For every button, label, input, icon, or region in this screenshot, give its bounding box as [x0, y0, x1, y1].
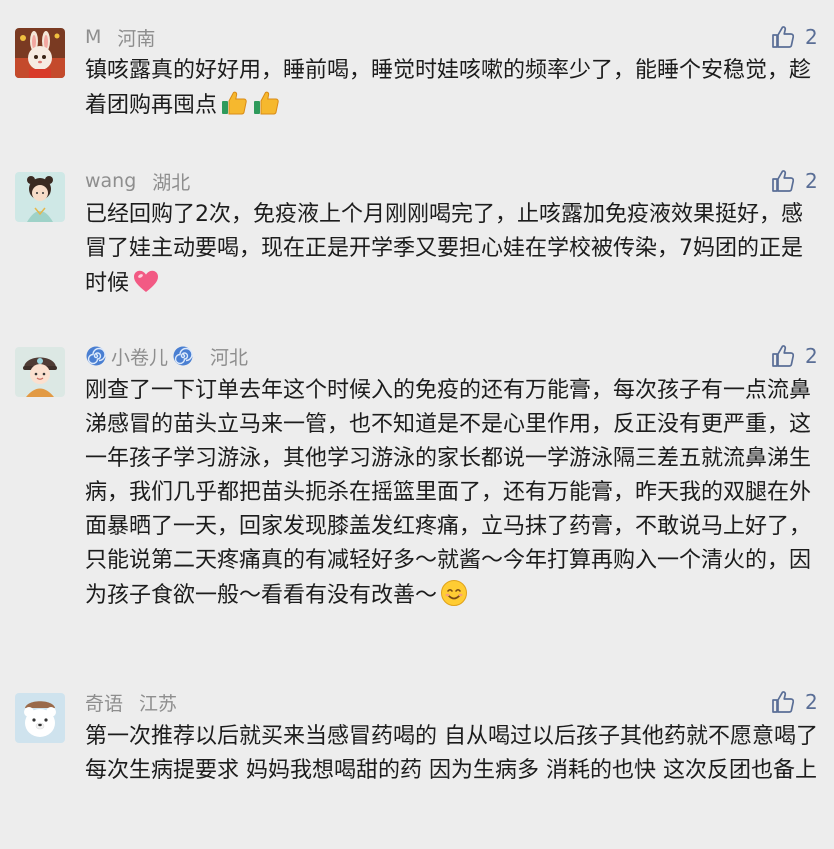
username[interactable]: M [85, 26, 101, 48]
like-button[interactable]: 2 [770, 166, 818, 196]
username[interactable]: wang [85, 170, 136, 192]
location: 河北 [210, 346, 249, 369]
comment-text: 已经回购了2次，免疫液上个月刚刚喝完了，止咳露加免疫液效果挺好，感冒了娃主动要喝… [85, 198, 820, 301]
like-count: 2 [805, 344, 818, 368]
username[interactable]: 奇语 [85, 689, 123, 716]
comment-meta: wang 湖北 [85, 166, 190, 196]
polar-bear-avatar-icon[interactable] [15, 693, 65, 743]
smile-icon [439, 578, 469, 608]
rabbit-avatar-icon[interactable] [15, 28, 65, 78]
heart-icon [131, 266, 161, 296]
comment-meta: 小卷儿 河北 [85, 341, 248, 371]
thumbs-up-icon [219, 88, 249, 118]
location: 江苏 [139, 692, 178, 715]
comment-text: 第一次推荐以后就买来当感冒药喝的 自从喝过以后孩子其他药就不愿意喝了 每次生病提… [85, 720, 820, 788]
swirl-icon [85, 345, 107, 367]
location: 湖北 [152, 171, 191, 194]
comment-body: 刚查了一下订单去年这个时候入的免疫的还有万能膏，每次孩子有一点流鼻涕感冒的苗头立… [85, 378, 812, 608]
thumbs-up-outline-icon [770, 343, 805, 369]
like-button[interactable]: 2 [770, 22, 818, 52]
thumbs-up-icon [251, 88, 281, 118]
cartoon-boy-avatar-icon[interactable] [15, 347, 65, 397]
like-button[interactable]: 2 [770, 341, 818, 371]
swirl-icon [172, 345, 194, 367]
like-count: 2 [805, 169, 818, 193]
thumbs-up-outline-icon [770, 168, 805, 194]
girl-avatar-icon[interactable] [15, 172, 65, 222]
comment-meta: M 河南 [85, 22, 155, 52]
comment-body: 第一次推荐以后就买来当感冒药喝的 自从喝过以后孩子其他药就不愿意喝了 每次生病提… [85, 724, 818, 783]
comment-body: 镇咳露真的好好用，睡前喝，睡觉时娃咳嗽的频率少了，能睡个安稳觉，趁着团购再囤点 [85, 58, 812, 118]
like-button[interactable]: 2 [770, 687, 818, 717]
thumbs-up-outline-icon [770, 24, 805, 50]
comment-text: 刚查了一下订单去年这个时候入的免疫的还有万能膏，每次孩子有一点流鼻涕感冒的苗头立… [85, 374, 820, 613]
thumbs-up-outline-icon [770, 689, 805, 715]
comment-text: 镇咳露真的好好用，睡前喝，睡觉时娃咳嗽的频率少了，能睡个安稳觉，趁着团购再囤点 [85, 54, 820, 123]
like-count: 2 [805, 690, 818, 714]
comment-body: 已经回购了2次，免疫液上个月刚刚喝完了，止咳露加免疫液效果挺好，感冒了娃主动要喝… [85, 202, 803, 296]
location: 河南 [117, 27, 156, 50]
comment-meta: 奇语 江苏 [85, 687, 177, 717]
like-count: 2 [805, 25, 818, 49]
username[interactable]: 小卷儿 [111, 343, 168, 370]
